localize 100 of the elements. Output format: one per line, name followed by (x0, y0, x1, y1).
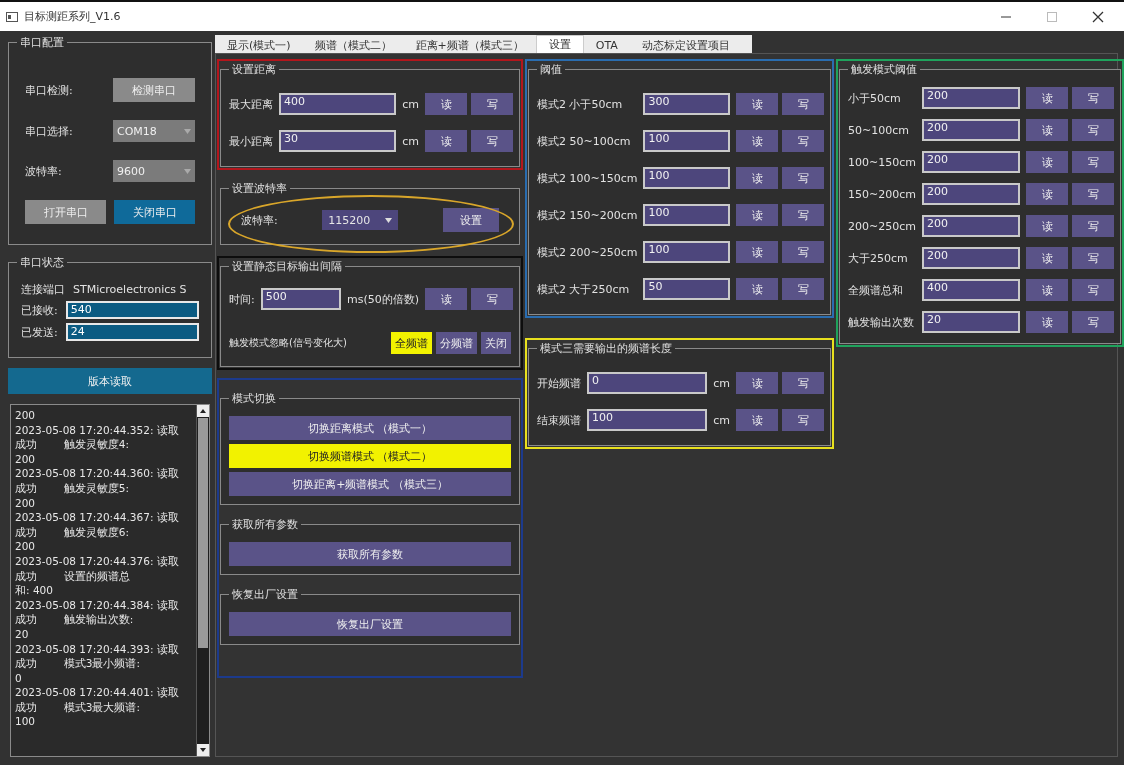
field-label: 串口检测: (25, 82, 73, 98)
read-button[interactable]: 读 (1026, 247, 1068, 269)
set-button[interactable]: 设置 (443, 208, 499, 232)
field-label: 模式2 50~100cm (537, 133, 632, 149)
value-field[interactable]: 200 (922, 215, 1020, 237)
write-button[interactable]: 写 (782, 204, 824, 226)
action-button[interactable]: 获取所有参数 (229, 542, 511, 566)
read-button[interactable]: 读 (736, 241, 778, 263)
group-title: 设置波特率 (231, 181, 288, 196)
tab[interactable]: 动态标定设置项目 (629, 37, 742, 53)
write-button[interactable]: 写 (782, 278, 824, 300)
field-label: 最大距离 (229, 96, 273, 112)
write-button[interactable]: 写 (1072, 279, 1114, 301)
group-title: 模式三需要输出的频谱长度 (539, 341, 673, 356)
value-field[interactable]: 30 (279, 130, 397, 152)
value-field[interactable]: 50 (643, 278, 730, 300)
scrollbar-thumb[interactable] (198, 418, 208, 648)
port-select[interactable]: COM18 (113, 120, 195, 142)
write-button[interactable]: 写 (782, 241, 824, 263)
trigger-option-button[interactable]: 全频谱 (391, 332, 432, 354)
read-button[interactable]: 读 (1026, 87, 1068, 109)
write-button[interactable]: 写 (1072, 311, 1114, 333)
read-button[interactable]: 读 (736, 167, 778, 189)
group-title: 恢复出厂设置 (231, 587, 299, 602)
unit-label: cm (713, 376, 730, 390)
group-title: 触发模式阈值 (850, 62, 918, 77)
value-field[interactable]: 0 (587, 372, 708, 394)
value-field[interactable]: 100 (643, 241, 730, 263)
trigger-option-button[interactable]: 关闭 (481, 332, 511, 354)
port-name: STMicroelectronics S (73, 283, 187, 296)
field-label: 触发模式忽略(信号变化大) (229, 336, 348, 350)
field-label: 触发输出次数 (848, 314, 915, 330)
value-field[interactable]: 400 (279, 93, 397, 115)
read-button[interactable]: 读 (736, 130, 778, 152)
read-button[interactable]: 读 (736, 409, 778, 431)
sent-count-field: 24 (65, 323, 199, 341)
field-label: 已发送: (21, 324, 58, 340)
tab[interactable]: 显示(模式一) (215, 37, 303, 53)
write-button[interactable]: 写 (782, 93, 824, 115)
write-button[interactable]: 写 (782, 130, 824, 152)
action-button[interactable]: 切换距离+频谱模式 （模式三） (229, 472, 511, 496)
write-button[interactable]: 写 (782, 372, 824, 394)
read-button[interactable]: 读 (736, 93, 778, 115)
version-read-button[interactable]: 版本读取 (8, 368, 212, 394)
value-field[interactable]: 200 (922, 119, 1020, 141)
log-line: 成功 模式3最大频谱: (15, 699, 141, 715)
field-label: 串口选择: (25, 123, 73, 139)
write-button[interactable]: 写 (471, 130, 513, 152)
read-button[interactable]: 读 (1026, 279, 1068, 301)
value-field[interactable]: 100 (587, 409, 708, 431)
field-label: 模式2 100~150cm (537, 170, 638, 186)
value-field[interactable]: 20 (922, 311, 1020, 333)
value-field[interactable]: 200 (922, 183, 1020, 205)
field-label: 200~250cm (848, 219, 916, 233)
value-field[interactable]: 300 (643, 93, 730, 115)
write-button[interactable]: 写 (471, 288, 513, 310)
log-line: 成功 触发输出次数: (15, 612, 135, 627)
field-label: 已接收: (21, 302, 58, 318)
action-button[interactable]: 恢复出厂设置 (229, 612, 511, 636)
write-button[interactable]: 写 (471, 93, 513, 115)
value-field[interactable]: 200 (922, 87, 1020, 109)
read-button[interactable]: 读 (425, 93, 467, 115)
value-field[interactable]: 400 (922, 279, 1020, 301)
field-label: 100~150cm (848, 155, 916, 169)
group-title: 串口状态 (19, 255, 65, 270)
action-button[interactable]: 切换频谱模式 （模式二） (229, 444, 511, 468)
value-field[interactable]: 100 (643, 204, 730, 226)
value-field[interactable]: 200 (922, 151, 1020, 173)
value-field[interactable]: 100 (643, 167, 730, 189)
value-field[interactable]: 500 (260, 288, 341, 310)
write-button[interactable]: 写 (1072, 119, 1114, 141)
close-port-button[interactable]: 关闭串口 (114, 200, 195, 224)
write-button[interactable]: 写 (1072, 247, 1114, 269)
action-button[interactable]: 切换距离模式 （模式一） (229, 416, 511, 440)
tab[interactable]: 频谱（模式二） (302, 37, 404, 53)
read-button[interactable]: 读 (1026, 119, 1068, 141)
value-field[interactable]: 100 (643, 130, 730, 152)
read-button[interactable]: 读 (736, 372, 778, 394)
read-button[interactable]: 读 (1026, 183, 1068, 205)
read-button[interactable]: 读 (736, 204, 778, 226)
trigger-option-button[interactable]: 分频谱 (436, 332, 477, 354)
write-button[interactable]: 写 (1072, 215, 1114, 237)
tab[interactable]: OTA (583, 37, 630, 53)
baud-select[interactable]: 115200 (322, 210, 399, 230)
write-button[interactable]: 写 (1072, 87, 1114, 109)
value-field[interactable]: 200 (922, 247, 1020, 269)
read-button[interactable]: 读 (425, 288, 467, 310)
write-button[interactable]: 写 (1072, 183, 1114, 205)
tab[interactable]: 距离+频谱（模式三） (403, 37, 536, 53)
read-button[interactable]: 读 (1026, 215, 1068, 237)
baud-select[interactable]: 9600 (113, 160, 195, 182)
read-button[interactable]: 读 (1026, 151, 1068, 173)
read-button[interactable]: 读 (736, 278, 778, 300)
tab[interactable]: 设置 (535, 35, 584, 53)
read-button[interactable]: 读 (425, 130, 467, 152)
write-button[interactable]: 写 (782, 409, 824, 431)
read-button[interactable]: 读 (1026, 311, 1068, 333)
write-button[interactable]: 写 (1072, 151, 1114, 173)
write-button[interactable]: 写 (782, 167, 824, 189)
unit-label: cm (713, 413, 730, 427)
